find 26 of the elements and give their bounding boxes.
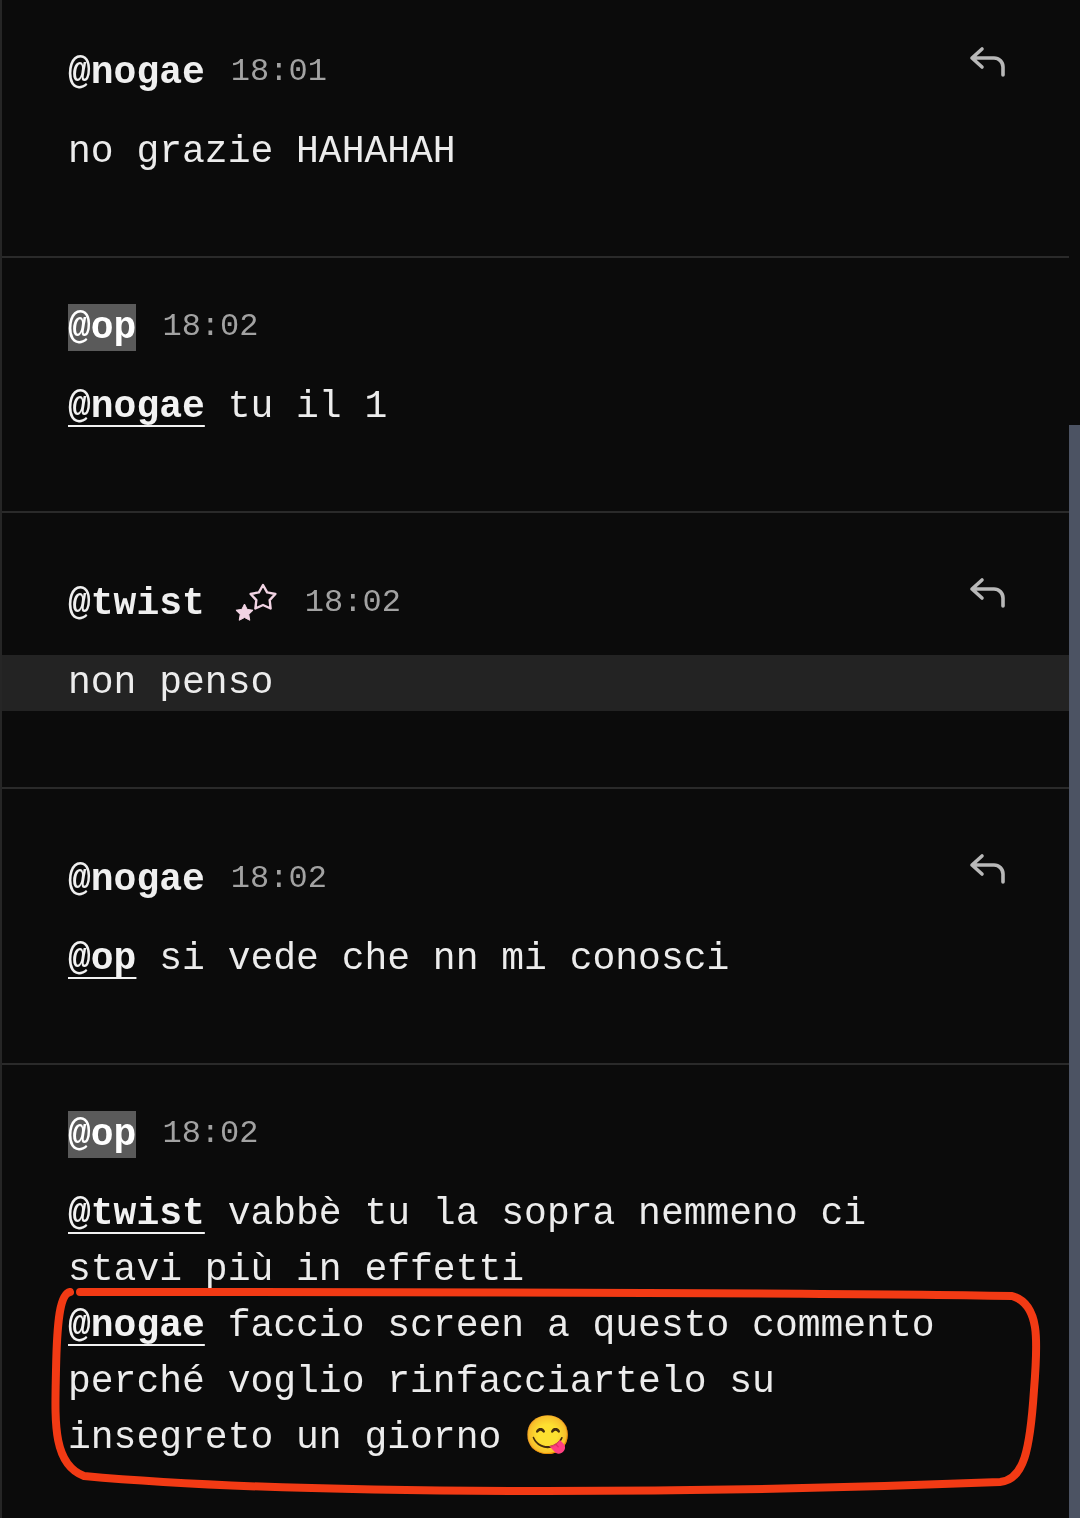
comment-text: @op si vede che nn mi conosci (68, 936, 730, 982)
mention-link[interactable]: @twist (68, 1192, 205, 1235)
mention-link[interactable]: @nogae (68, 385, 205, 428)
scrollbar-thumb[interactable] (1069, 425, 1080, 1518)
timestamp: 18:02 (230, 859, 327, 899)
comment-text: no grazie HAHAHAH (68, 129, 456, 175)
reply-button[interactable] (969, 46, 1007, 78)
username[interactable]: @nogae (68, 48, 205, 96)
username[interactable]: @op (68, 303, 137, 351)
reply-button[interactable] (969, 577, 1007, 609)
timestamp: 18:02 (162, 1114, 259, 1154)
comment-text: non penso (2, 655, 1069, 711)
reply-icon (969, 46, 1007, 78)
comment-text: @nogae faccio screen a questo commento perché voglio rinfacciartelo su insegreto un giorno 😋 (68, 1303, 936, 1461)
comment-text: @nogae tu il 1 (68, 384, 388, 430)
mention-link[interactable]: @nogae (68, 1304, 205, 1347)
username[interactable]: @nogae (68, 855, 205, 903)
timestamp: 18:01 (230, 52, 327, 92)
username[interactable]: @op (68, 1110, 137, 1158)
reply-button[interactable] (969, 853, 1007, 885)
reply-icon (969, 853, 1007, 885)
reply-icon (969, 577, 1007, 609)
username[interactable]: @twist (68, 579, 205, 627)
mention-link[interactable]: @op (68, 937, 137, 980)
timestamp: 18:02 (304, 583, 401, 623)
timestamp: 18:02 (162, 307, 259, 347)
